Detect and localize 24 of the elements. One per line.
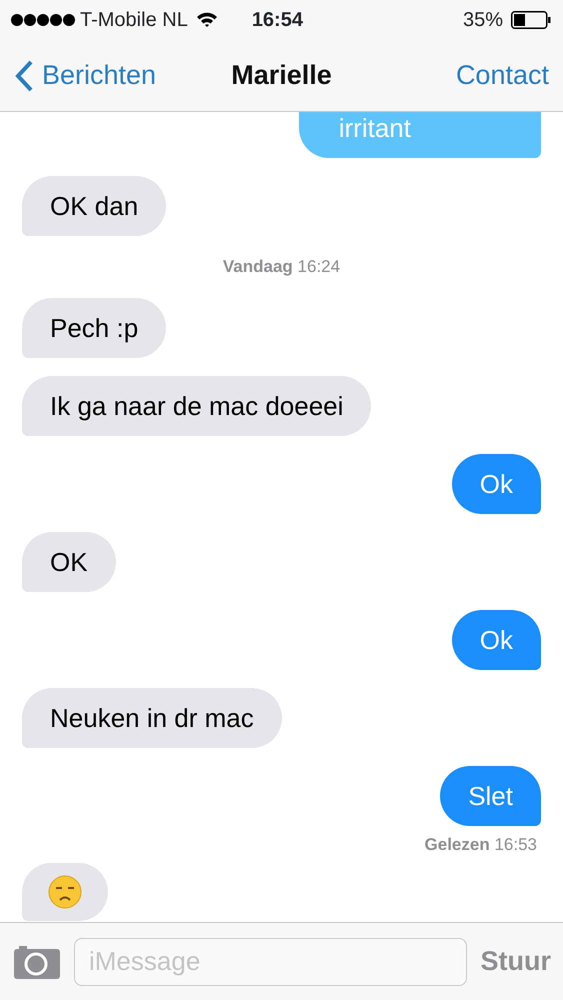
- emoji-icon: [48, 875, 82, 909]
- back-link[interactable]: Berichten: [14, 55, 156, 96]
- message-bubble: OK dan: [22, 176, 166, 236]
- read-receipt: Gelezen 16:53: [424, 834, 537, 856]
- send-button[interactable]: Stuur: [480, 941, 551, 982]
- message-bubble: Pech :p: [22, 298, 166, 358]
- wifi-icon: [196, 12, 218, 28]
- camera-icon[interactable]: [14, 944, 60, 978]
- message-bubble: irritant: [298, 112, 541, 158]
- signal-icon: [10, 13, 76, 27]
- message-bubble: Ok: [452, 454, 541, 514]
- conversation-title: Marielle: [231, 59, 332, 92]
- contact-link[interactable]: Contact: [456, 55, 549, 96]
- message-bubble: Neuken in dr mac: [22, 688, 282, 748]
- battery-icon: [511, 11, 551, 29]
- message-bubble: OK: [22, 532, 116, 592]
- message-bubble: Ik ga naar de mac doeeei: [22, 376, 372, 436]
- timestamp: Vandaag 16:24: [222, 256, 342, 278]
- status-time: 16:54: [252, 8, 303, 33]
- message-bubble: Ok: [452, 610, 541, 670]
- back-chevron-icon: [14, 60, 34, 92]
- battery-percent: 35%: [462, 8, 503, 33]
- carrier-name: T-Mobile NL: [80, 8, 188, 33]
- message-bubble: Slet: [440, 766, 541, 826]
